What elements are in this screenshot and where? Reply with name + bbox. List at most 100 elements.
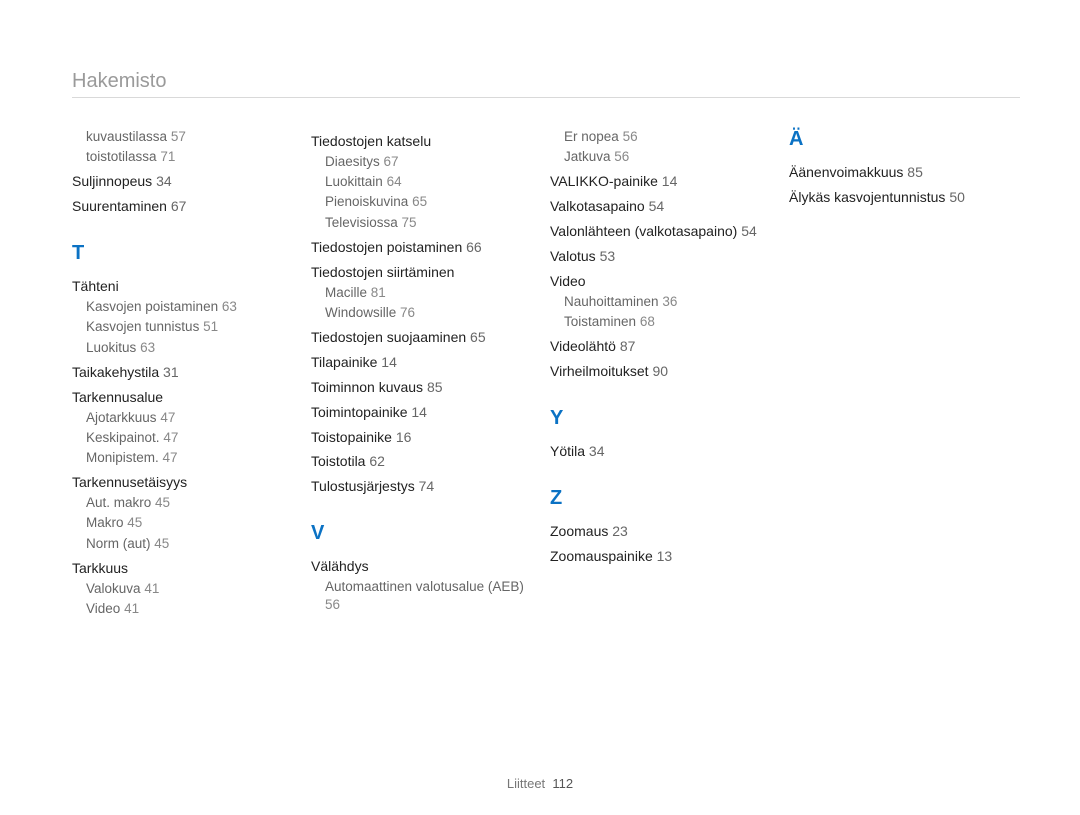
index-group: Tarkennusetäisyys bbox=[72, 473, 303, 492]
index-subentry-page: 56 bbox=[325, 597, 340, 612]
index-subentry[interactable]: toistotilassa 71 bbox=[86, 148, 303, 166]
index-entry[interactable]: Tiedostojen poistaminen 66 bbox=[311, 238, 542, 257]
index-entry-page: 53 bbox=[600, 248, 616, 264]
index-entry[interactable]: Toistopainike 16 bbox=[311, 428, 542, 447]
index-entry-page: 31 bbox=[163, 364, 179, 380]
index-entry[interactable]: Valotus 53 bbox=[550, 247, 781, 266]
index-entry-page: 14 bbox=[381, 354, 397, 370]
index-subentry[interactable]: Pienoiskuvina 65 bbox=[325, 193, 542, 211]
index-subentry[interactable]: Er nopea 56 bbox=[564, 128, 781, 146]
index-subentry[interactable]: Televisiossa 75 bbox=[325, 214, 542, 232]
index-entry[interactable]: Tilapainike 14 bbox=[311, 353, 542, 372]
index-entry[interactable]: Yötila 34 bbox=[550, 442, 781, 461]
index-subentry-page: 56 bbox=[623, 129, 638, 144]
index-subentry-page: 45 bbox=[155, 495, 170, 510]
index-group: Välähdys bbox=[311, 557, 542, 576]
index-entry[interactable]: Tiedostojen suojaaminen 65 bbox=[311, 328, 542, 347]
index-subentry[interactable]: Jatkuva 56 bbox=[564, 148, 781, 166]
index-subentry[interactable]: Luokittain 64 bbox=[325, 173, 542, 191]
index-subentry-page: 45 bbox=[127, 515, 142, 530]
index-subentry[interactable]: Kasvojen tunnistus 51 bbox=[86, 318, 303, 336]
index-entry-text: Yötila bbox=[550, 443, 585, 459]
index-entry[interactable]: Videolähtö 87 bbox=[550, 337, 781, 356]
index-subentry[interactable]: Luokitus 63 bbox=[86, 339, 303, 357]
index-subentry-page: 47 bbox=[160, 410, 175, 425]
index-subentry-page: 51 bbox=[203, 319, 218, 334]
index-subentry-text: Pienoiskuvina bbox=[325, 194, 408, 209]
divider bbox=[72, 97, 1020, 98]
index-entry-page: 85 bbox=[427, 379, 443, 395]
index-entry[interactable]: Valonlähteen (valkotasapaino) 54 bbox=[550, 222, 781, 241]
index-entry[interactable]: Äänenvoimakkuus 85 bbox=[789, 163, 1020, 182]
index-entry-text: Tiedostojen suojaaminen bbox=[311, 329, 466, 345]
index-entry[interactable]: Suljinnopeus 34 bbox=[72, 172, 303, 191]
index-entry-text: VALIKKO-painike bbox=[550, 173, 658, 189]
index-subentry-text: Windowsille bbox=[325, 305, 396, 320]
index-subentry-page: 81 bbox=[371, 285, 386, 300]
index-subentry[interactable]: Nauhoittaminen 36 bbox=[564, 293, 781, 311]
index-entry-page: 74 bbox=[419, 478, 435, 494]
index-entry[interactable]: Virheilmoitukset 90 bbox=[550, 362, 781, 381]
index-entry-page: 85 bbox=[907, 164, 923, 180]
index-group: Tähteni bbox=[72, 277, 303, 296]
index-subentry[interactable]: Diaesitys 67 bbox=[325, 153, 542, 171]
index-entry[interactable]: Toiminnon kuvaus 85 bbox=[311, 378, 542, 397]
index-entry-page: 16 bbox=[396, 429, 412, 445]
index-entry-text: Suljinnopeus bbox=[72, 173, 152, 189]
index-entry-text: Zoomauspainike bbox=[550, 548, 653, 564]
index-subentry-text: Toistaminen bbox=[564, 314, 636, 329]
index-subentry-page: 56 bbox=[614, 149, 629, 164]
index-letter: Ä bbox=[789, 126, 1020, 153]
index-entry-text: Valonlähteen (valkotasapaino) bbox=[550, 223, 737, 239]
index-subentry-text: Aut. makro bbox=[86, 495, 151, 510]
index-entry-page: 87 bbox=[620, 338, 636, 354]
index-subentry-text: Video bbox=[86, 601, 120, 616]
index-subentry-page: 65 bbox=[412, 194, 427, 209]
index-subentry[interactable]: Macille 81 bbox=[325, 284, 542, 302]
index-subentry[interactable]: Video 41 bbox=[86, 600, 303, 618]
index-entry-text: Älykäs kasvojentunnistus bbox=[789, 189, 945, 205]
index-entry[interactable]: Valkotasapaino 54 bbox=[550, 197, 781, 216]
index-entry-page: 23 bbox=[612, 523, 628, 539]
index-subentry-text: Valokuva bbox=[86, 581, 141, 596]
index-subentry-text: Televisiossa bbox=[325, 215, 398, 230]
index-subentry[interactable]: Monipistem. 47 bbox=[86, 449, 303, 467]
index-entry[interactable]: Toimintopainike 14 bbox=[311, 403, 542, 422]
index-column: Ä Äänenvoimakkuus 85 Älykäs kasvojentunnis… bbox=[789, 126, 1020, 620]
index-entry[interactable]: Zoomaus 23 bbox=[550, 522, 781, 541]
index-subentry[interactable]: Windowsille 76 bbox=[325, 304, 542, 322]
index-entry[interactable]: Älykäs kasvojentunnistus 50 bbox=[789, 188, 1020, 207]
index-entry[interactable]: Taikakehystila 31 bbox=[72, 363, 303, 382]
index-entry-page: 14 bbox=[662, 173, 678, 189]
index-entry[interactable]: Tulostusjärjestys 74 bbox=[311, 477, 542, 496]
index-entry-text: Valotus bbox=[550, 248, 596, 264]
index-subentry[interactable]: Makro 45 bbox=[86, 514, 303, 532]
index-subentry-page: 47 bbox=[163, 430, 178, 445]
index-entry[interactable]: Suurentaminen 67 bbox=[72, 197, 303, 216]
index-subentry[interactable]: Keskipainot. 47 bbox=[86, 429, 303, 447]
index-columns: kuvaustilassa 57 toistotilassa 71 Suljinno… bbox=[72, 126, 1020, 620]
index-entry[interactable]: VALIKKO-painike 14 bbox=[550, 172, 781, 191]
index-column: Er nopea 56Jatkuva 56VALIKKO-painike 14V… bbox=[550, 126, 781, 620]
index-subentry-text: Kasvojen tunnistus bbox=[86, 319, 199, 334]
index-subentry[interactable]: kuvaustilassa 57 bbox=[86, 128, 303, 146]
index-subentry-text: Keskipainot. bbox=[86, 430, 160, 445]
index-subentry[interactable]: Kasvojen poistaminen 63 bbox=[86, 298, 303, 316]
index-subentry-text: Luokittain bbox=[325, 174, 383, 189]
index-subentry[interactable]: Aut. makro 45 bbox=[86, 494, 303, 512]
index-letter: V bbox=[311, 520, 542, 547]
index-subentry[interactable]: Ajotarkkuus 47 bbox=[86, 409, 303, 427]
index-subentry[interactable]: Automaattinen valotusalue (AEB) 56 bbox=[325, 578, 542, 614]
index-subentry-page: 75 bbox=[402, 215, 417, 230]
index-subentry-text: Ajotarkkuus bbox=[86, 410, 157, 425]
index-subentry[interactable]: Norm (aut) 45 bbox=[86, 535, 303, 553]
index-column: Tiedostojen katseluDiaesitys 67Luokittai… bbox=[311, 126, 542, 620]
index-subentry[interactable]: Toistaminen 68 bbox=[564, 313, 781, 331]
index-subentry-text: Kasvojen poistaminen bbox=[86, 299, 218, 314]
index-subentry-page: 71 bbox=[160, 149, 175, 164]
index-subentry-page: 76 bbox=[400, 305, 415, 320]
index-subentry[interactable]: Valokuva 41 bbox=[86, 580, 303, 598]
index-entry-text: Valkotasapaino bbox=[550, 198, 645, 214]
index-entry[interactable]: Zoomauspainike 13 bbox=[550, 547, 781, 566]
index-entry[interactable]: Toistotila 62 bbox=[311, 452, 542, 471]
